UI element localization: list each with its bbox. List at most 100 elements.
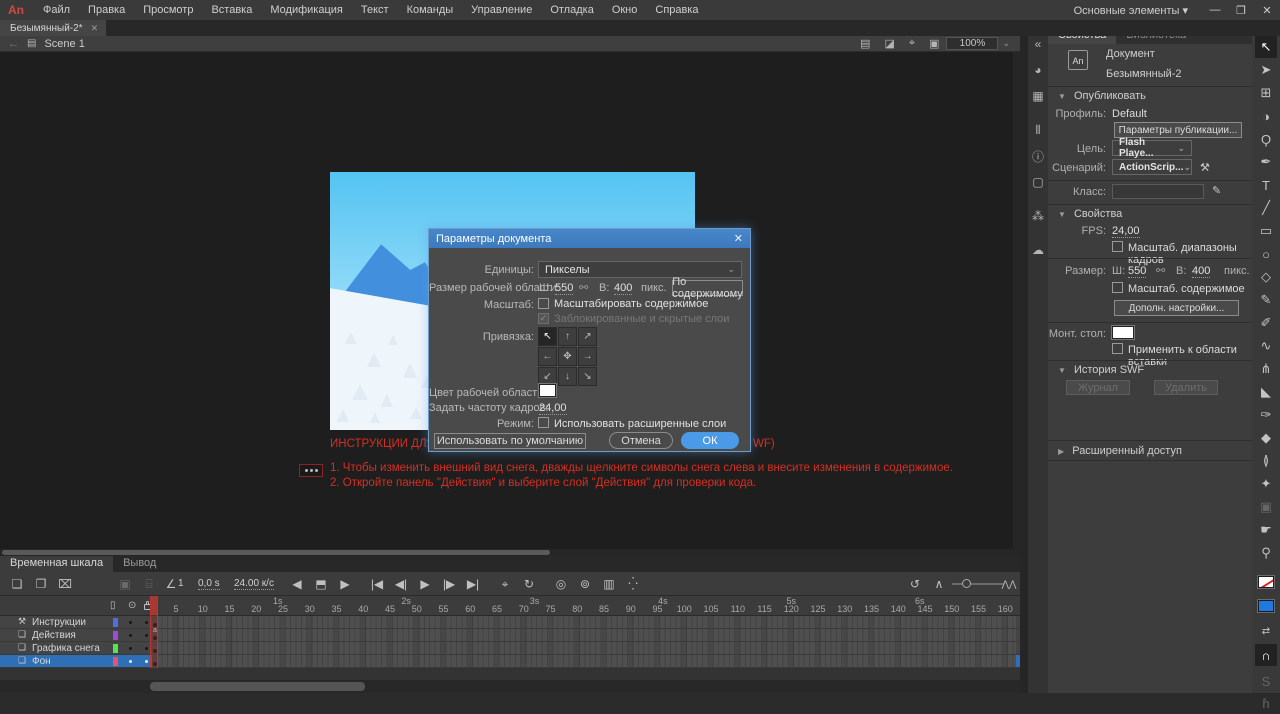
elapsed-time-value[interactable]: 0,0 s	[198, 578, 220, 590]
cancel-button[interactable]: Отмена	[609, 432, 673, 449]
timeline-zoom-knob[interactable]	[962, 579, 971, 588]
stage-color-swatch[interactable]	[539, 384, 556, 397]
timeline-zoom-slider[interactable]	[952, 583, 1004, 585]
step-forward-button[interactable]: ▶	[336, 575, 354, 593]
anchor-cell-7[interactable]: ↓	[558, 367, 577, 386]
layer-color-swatch[interactable]	[113, 618, 118, 627]
anchor-cell-8[interactable]: ↘	[578, 367, 597, 386]
pencil-tool-icon[interactable]: ✎	[1255, 289, 1277, 311]
new-folder-button[interactable]: ❐	[32, 575, 50, 593]
reset-timeline-zoom-icon[interactable]: ↺	[906, 575, 924, 593]
menu-файл[interactable]: Файл	[34, 4, 79, 16]
advanced-layers-checkbox[interactable]	[538, 417, 549, 428]
minimize-button[interactable]: —	[1202, 4, 1228, 16]
publish-section-header[interactable]: ▼ Опубликовать	[1058, 90, 1146, 102]
text-tool-icon[interactable]: T	[1255, 174, 1277, 196]
polystar-tool-icon[interactable]: ◇	[1255, 266, 1277, 288]
fps-value[interactable]: 24,00	[1112, 225, 1140, 238]
modify-markers-icon[interactable]: ⁛	[624, 575, 642, 593]
playhead[interactable]	[150, 596, 158, 668]
snap-to-objects-icon[interactable]: ∩	[1255, 644, 1277, 666]
line-tool-icon[interactable]: ╱	[1255, 197, 1277, 219]
swatches-panel-icon[interactable]: ▦	[1028, 84, 1048, 108]
layer-visibility-header-icon[interactable]: ⊙	[128, 600, 136, 611]
document-tab[interactable]: Безымянный-2* ✕	[0, 20, 106, 36]
workspace-switcher[interactable]: Основные элементы ▾	[1074, 4, 1202, 17]
layer-visibility-dot[interactable]	[129, 660, 132, 663]
info-panel-icon[interactable]: ⓘ	[1028, 144, 1048, 168]
match-contents-button[interactable]: По содержимому	[672, 280, 743, 296]
scrollbar-thumb[interactable]	[150, 682, 365, 691]
layer-color-swatch[interactable]	[113, 657, 118, 666]
timeline-zoom-in-icon[interactable]: ⋀⋀	[1000, 575, 1018, 593]
camera-tool-icon[interactable]: ▣	[1255, 496, 1277, 518]
eraser-tool-icon[interactable]: ◆	[1255, 427, 1277, 449]
width-value[interactable]: 550	[555, 282, 573, 295]
hand-tool-icon[interactable]: ☛	[1255, 519, 1277, 541]
layer-visibility-dot[interactable]	[129, 647, 132, 650]
frame-grid[interactable]	[152, 655, 1016, 667]
layer-color-swatch[interactable]	[113, 644, 118, 653]
frame-grid[interactable]	[152, 642, 1016, 654]
width-tool-icon[interactable]: ≬	[1255, 450, 1277, 472]
prev-frame-button[interactable]: ◀|	[392, 575, 410, 593]
go-first-frame-button[interactable]: |◀	[368, 575, 386, 593]
anchor-cell-3[interactable]: ←	[538, 347, 557, 366]
cc-libraries-icon[interactable]: ☁	[1028, 238, 1048, 262]
apply-to-paste-checkbox[interactable]	[1112, 343, 1123, 354]
advanced-layers-checkbox-label[interactable]: Использовать расширенные слои	[554, 418, 726, 430]
anchor-cell-5[interactable]: →	[578, 347, 597, 366]
bone-tool-icon[interactable]: ⋔	[1255, 358, 1277, 380]
pen-tool-icon[interactable]: ✒	[1255, 151, 1277, 173]
menu-правка[interactable]: Правка	[79, 4, 134, 16]
go-last-frame-button[interactable]: ▶|	[464, 575, 482, 593]
scrollbar-thumb[interactable]	[2, 550, 550, 555]
paint-brush-tool-icon[interactable]: ∿	[1255, 335, 1277, 357]
layer-name[interactable]: Фон	[32, 656, 51, 667]
loop-playback-icon[interactable]: ↻	[520, 575, 538, 593]
stage-horizontal-scrollbar[interactable]	[0, 549, 1020, 556]
apply-to-paste-label[interactable]: Применить к области вставки	[1128, 344, 1252, 368]
layer-lock-dot[interactable]	[145, 634, 148, 637]
center-frame-icon[interactable]: ⌖	[496, 575, 514, 593]
center-stage-icon[interactable]: ⌖	[902, 37, 922, 50]
menu-команды[interactable]: Команды	[398, 4, 463, 16]
menu-справка[interactable]: Справка	[646, 4, 707, 16]
scale-frame-ranges-label[interactable]: Масштаб. диапазоны кадров	[1128, 242, 1252, 266]
target-dropdown[interactable]: Flash Playe...⌄	[1112, 140, 1192, 156]
onion-skin-outline-icon[interactable]: ⊚	[576, 575, 594, 593]
fill-color-swatch[interactable]	[1258, 600, 1274, 612]
oval-tool-icon[interactable]: ○	[1255, 243, 1277, 265]
menu-окно[interactable]: Окно	[603, 4, 647, 16]
paint-bucket-tool-icon[interactable]: ◣	[1255, 381, 1277, 403]
close-button[interactable]: ✕	[1254, 4, 1280, 17]
swap-colors-icon[interactable]: ⇄	[1255, 620, 1277, 642]
tab-output[interactable]: Вывод	[113, 556, 166, 572]
menu-просмотр[interactable]: Просмотр	[134, 4, 202, 16]
layer-lock-dot[interactable]	[145, 621, 148, 624]
anchor-cell-1[interactable]: ↑	[558, 327, 577, 346]
swf-history-section-header[interactable]: ▼ История SWF	[1058, 364, 1144, 376]
anchor-cell-4[interactable]: ✥	[558, 347, 577, 366]
scale-content-checkbox[interactable]	[1112, 282, 1123, 293]
align-panel-icon[interactable]: ⫴	[1028, 118, 1048, 142]
zoom-level-input[interactable]: 100%	[946, 37, 998, 50]
layer-name[interactable]: Графика снега	[32, 643, 100, 654]
use-default-button[interactable]: Использовать по умолчанию	[434, 433, 586, 449]
stage-vertical-scrollbar[interactable]	[1013, 52, 1020, 549]
rectangle-tool-icon[interactable]: ▭	[1255, 220, 1277, 242]
menu-управление[interactable]: Управление	[462, 4, 541, 16]
onion-skin-icon[interactable]: ◎	[552, 575, 570, 593]
tab-timeline[interactable]: Временная шкала	[0, 556, 113, 572]
layer-lock-dot[interactable]	[145, 660, 148, 663]
pencil-icon[interactable]: ✎	[1212, 184, 1221, 197]
ok-button[interactable]: ОК	[681, 432, 739, 449]
frame-grid[interactable]	[152, 616, 1016, 628]
layer-lock-dot[interactable]	[145, 647, 148, 650]
layer-outline-header-icon[interactable]: ▯	[110, 600, 116, 611]
selection-tool-icon[interactable]: ↖	[1255, 36, 1277, 58]
brush-tool-icon[interactable]: ✐	[1255, 312, 1277, 334]
subselection-tool-icon[interactable]: ➤	[1255, 59, 1277, 81]
restore-button[interactable]: ❐	[1228, 4, 1254, 17]
accessibility-section-header[interactable]: ▶ Расширенный доступ	[1058, 445, 1182, 457]
